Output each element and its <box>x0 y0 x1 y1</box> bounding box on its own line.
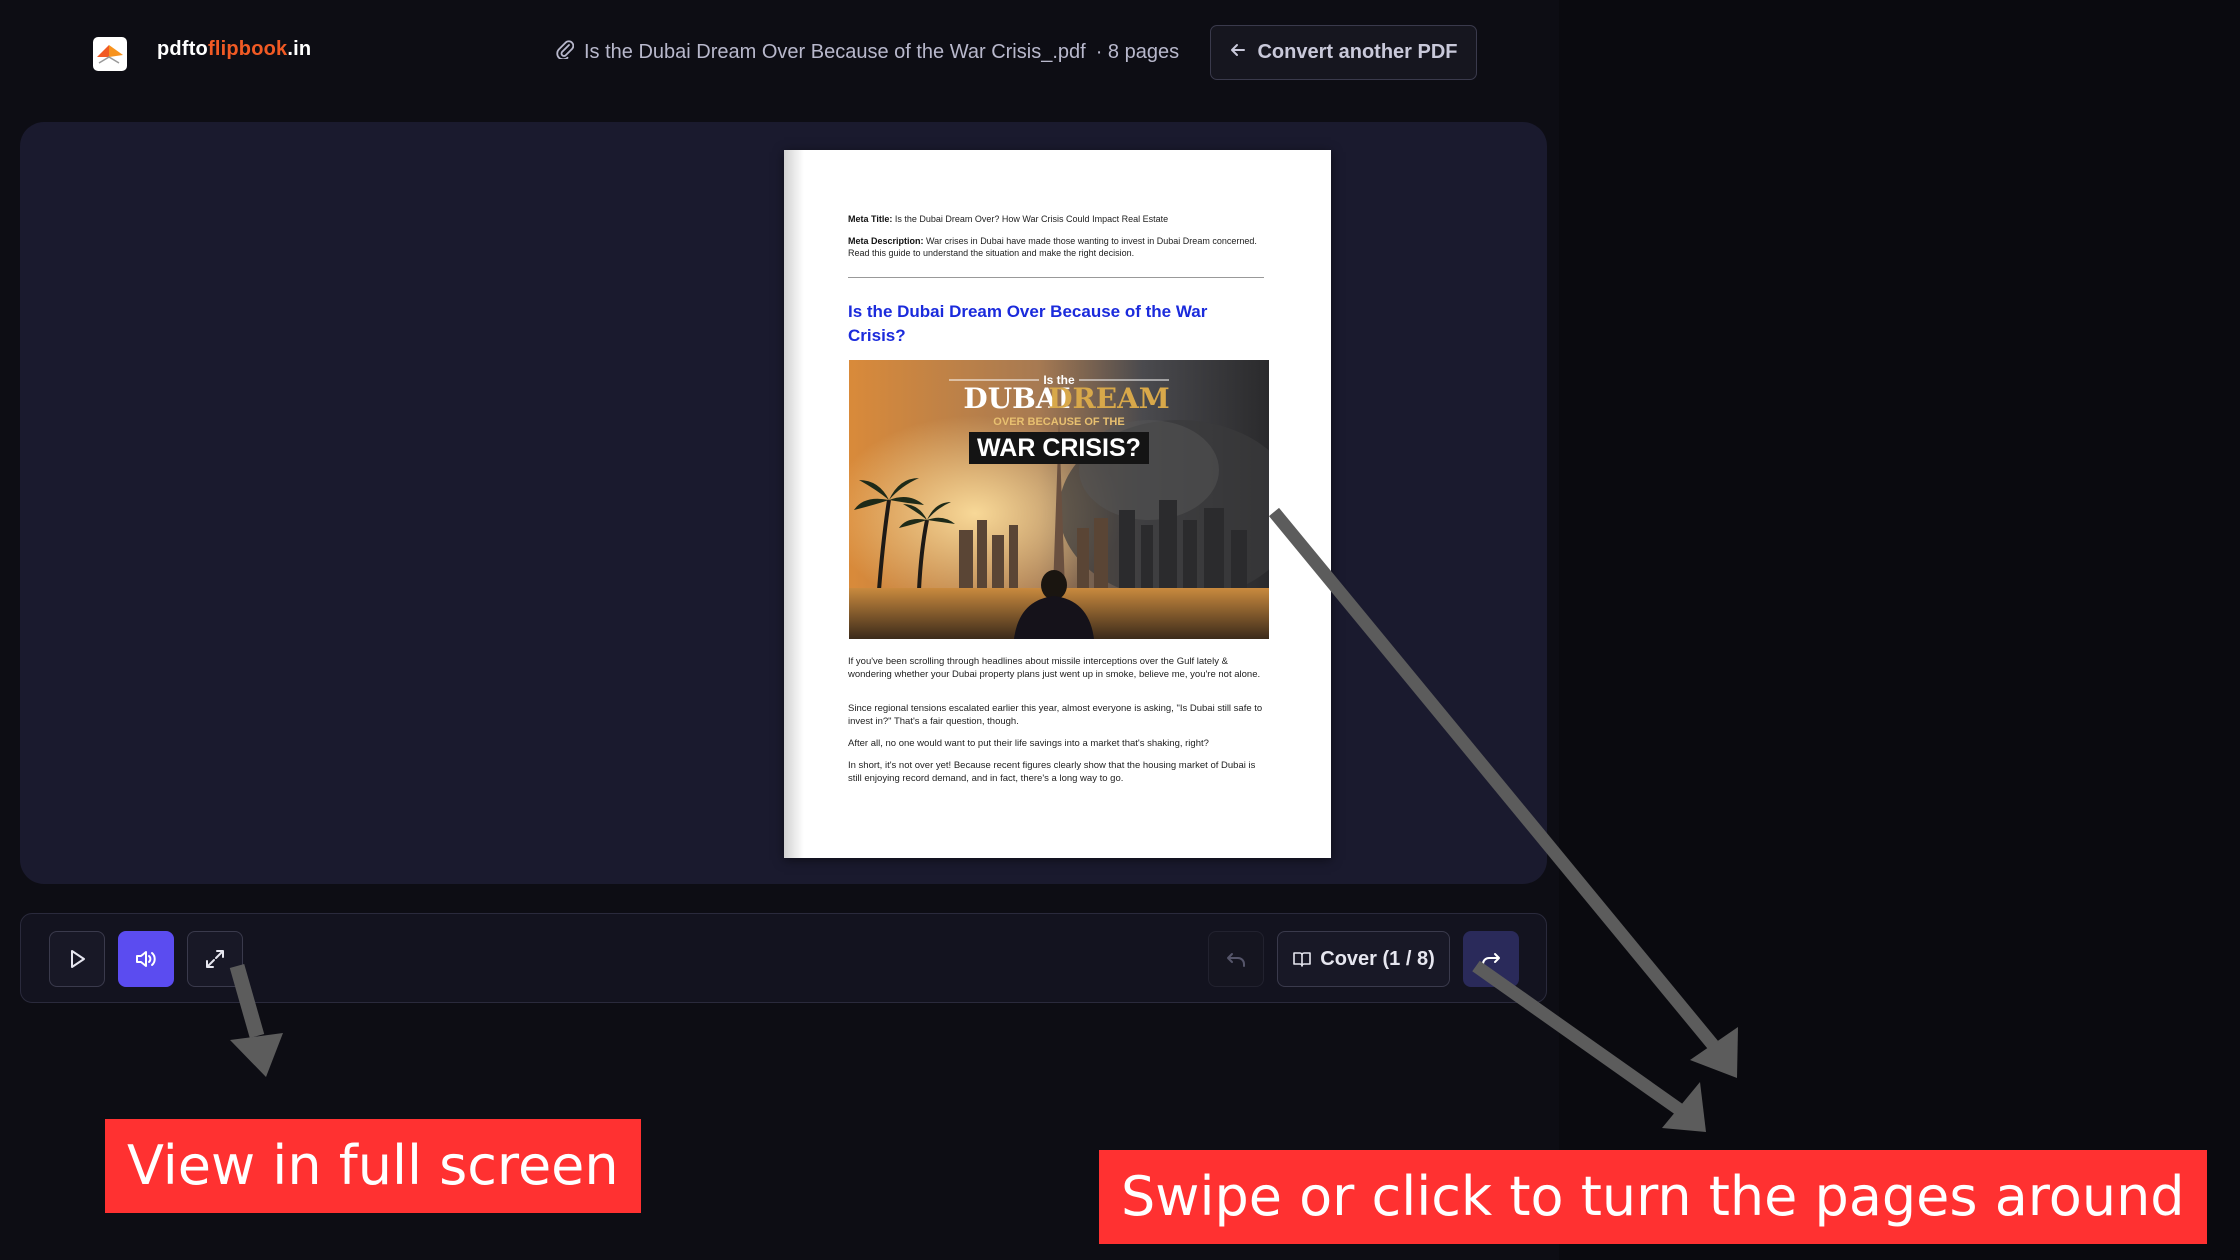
fullscreen-callout: View in full screen <box>105 1119 641 1213</box>
arrow-from-next <box>1472 960 1684 1116</box>
swipe-callout: Swipe or click to turn the pages around <box>1099 1150 2207 1244</box>
arrow-to-fullscreen <box>229 963 265 1039</box>
annotation-arrows <box>229 507 1738 1132</box>
arrowhead-fullscreen <box>230 1033 283 1077</box>
arrow-from-page <box>1268 507 1719 1050</box>
